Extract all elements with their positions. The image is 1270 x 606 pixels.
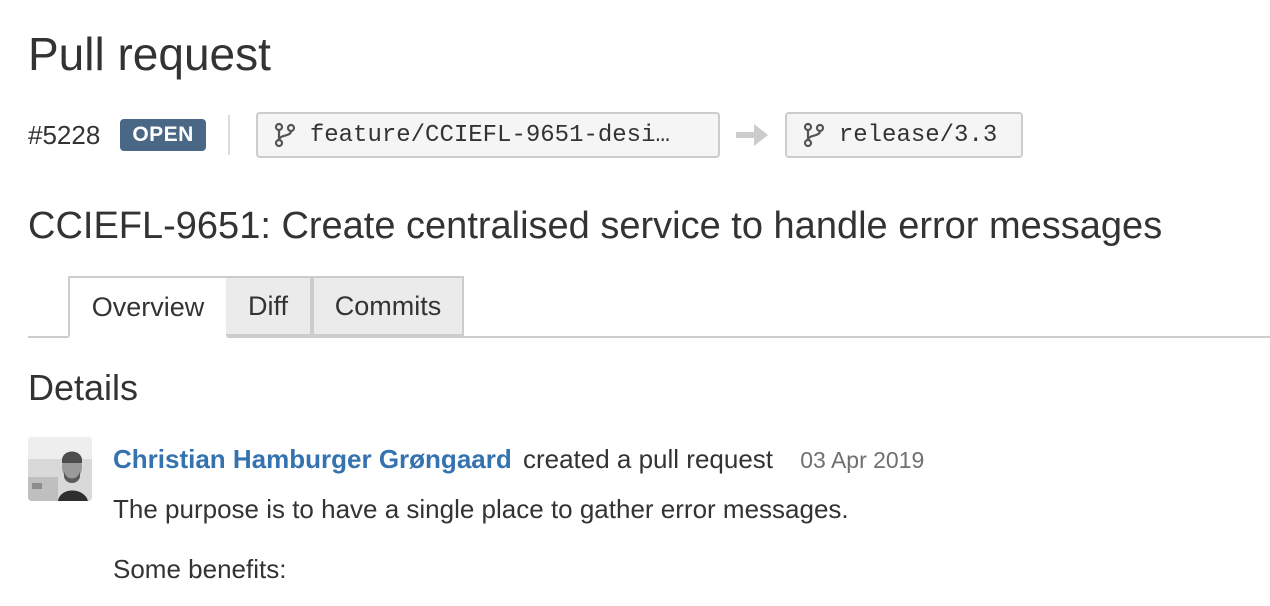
activity-date[interactable]: 03 Apr 2019 — [800, 447, 924, 473]
divider — [227, 115, 230, 155]
arrow-right-icon — [735, 122, 770, 148]
page-title: Pull request — [28, 28, 271, 80]
branch-icon — [803, 122, 825, 148]
tab-overview[interactable]: Overview — [68, 276, 228, 338]
branch-icon — [274, 122, 296, 148]
tab-commits[interactable]: Commits — [312, 276, 464, 336]
activity-header: Christian Hamburger Grøngaard created a … — [113, 442, 924, 477]
details-heading: Details — [28, 367, 139, 408]
target-branch-name: release/3.3 — [838, 121, 998, 149]
avatar[interactable] — [28, 437, 92, 501]
source-branch[interactable]: feature/CCIEFL-9651-desi… — [255, 112, 720, 158]
tab-diff[interactable]: Diff — [226, 276, 312, 336]
pull-request-number: #5228 — [28, 119, 101, 150]
status-badge: OPEN — [120, 119, 206, 151]
pull-request-title: CCIEFL-9651: Create centralised service … — [28, 205, 1163, 247]
tab-bar: Overview Diff Commits — [28, 276, 1270, 338]
description-paragraph: The purpose is to have a single place to… — [113, 494, 849, 524]
activity-action: created a pull request — [522, 444, 774, 474]
pull-request-meta: #5228 OPEN feature/CCIEFL-9651-desi… rel… — [28, 110, 1023, 160]
target-branch[interactable]: release/3.3 — [784, 112, 1023, 158]
author-link[interactable]: Christian Hamburger Grøngaard — [113, 444, 512, 474]
source-branch-name: feature/CCIEFL-9651-desi… — [309, 121, 670, 149]
description-paragraph: Some benefits: — [113, 554, 287, 584]
pull-request-page: Pull request #5228 OPEN feature/CCIEFL-9… — [0, 0, 1270, 606]
